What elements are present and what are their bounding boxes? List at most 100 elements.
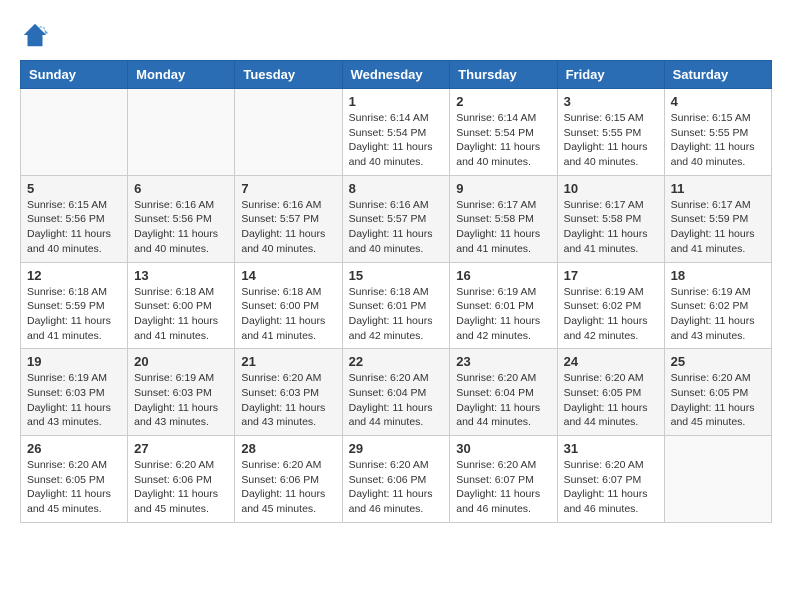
day-info: Sunrise: 6:14 AM Sunset: 5:54 PM Dayligh… [349, 111, 444, 170]
day-info: Sunrise: 6:20 AM Sunset: 6:07 PM Dayligh… [564, 458, 658, 517]
calendar-cell: 15 Sunrise: 6:18 AM Sunset: 6:01 PM Dayli… [342, 262, 450, 349]
calendar-cell: 20Sunrise: 6:19 AM Sunset: 6:03 PM Dayli… [128, 349, 235, 436]
calendar-cell [664, 436, 771, 523]
day-info: Sunrise: 6:20 AM Sunset: 6:06 PM Dayligh… [134, 458, 228, 517]
day-number: 25 [671, 354, 765, 369]
calendar-cell [21, 89, 128, 176]
day-number: 13 [134, 268, 228, 283]
calendar-cell: 22 Sunrise: 6:20 AM Sunset: 6:04 PM Dayli… [342, 349, 450, 436]
day-number: 20 [134, 354, 228, 369]
day-number: 22 [349, 354, 444, 369]
weekday-header: Thursday [450, 61, 557, 89]
calendar-cell: 8 Sunrise: 6:16 AM Sunset: 5:57 PM Daylig… [342, 175, 450, 262]
day-info: Sunrise: 6:18 AM Sunset: 5:59 PM Dayligh… [27, 285, 121, 344]
day-info: Sunrise: 6:15 AM Sunset: 5:56 PM Dayligh… [27, 198, 121, 257]
day-number: 24 [564, 354, 658, 369]
logo [20, 20, 54, 50]
day-number: 18 [671, 268, 765, 283]
calendar-cell: 31Sunrise: 6:20 AM Sunset: 6:07 PM Dayli… [557, 436, 664, 523]
calendar-cell: 23Sunrise: 6:20 AM Sunset: 6:04 PM Dayli… [450, 349, 557, 436]
day-number: 9 [456, 181, 550, 196]
day-number: 30 [456, 441, 550, 456]
weekday-header: Saturday [664, 61, 771, 89]
page-header [20, 20, 772, 50]
day-number: 4 [671, 94, 765, 109]
day-info: Sunrise: 6:18 AM Sunset: 6:00 PM Dayligh… [134, 285, 228, 344]
day-number: 19 [27, 354, 121, 369]
day-number: 15 [349, 268, 444, 283]
calendar-cell: 28 Sunrise: 6:20 AM Sunset: 6:06 PM Dayli… [235, 436, 342, 523]
calendar-week-row: 5 Sunrise: 6:15 AM Sunset: 5:56 PM Daylig… [21, 175, 772, 262]
calendar-cell: 18 Sunrise: 6:19 AM Sunset: 6:02 PM Dayli… [664, 262, 771, 349]
weekday-header: Monday [128, 61, 235, 89]
day-number: 8 [349, 181, 444, 196]
calendar-header-row: SundayMondayTuesdayWednesdayThursdayFrid… [21, 61, 772, 89]
weekday-header: Friday [557, 61, 664, 89]
logo-icon [20, 20, 50, 50]
day-info: Sunrise: 6:19 AM Sunset: 6:02 PM Dayligh… [671, 285, 765, 344]
calendar-cell: 1Sunrise: 6:14 AM Sunset: 5:54 PM Daylig… [342, 89, 450, 176]
weekday-header: Tuesday [235, 61, 342, 89]
calendar-cell [235, 89, 342, 176]
day-number: 27 [134, 441, 228, 456]
calendar-cell: 9Sunrise: 6:17 AM Sunset: 5:58 PM Daylig… [450, 175, 557, 262]
day-info: Sunrise: 6:19 AM Sunset: 6:01 PM Dayligh… [456, 285, 550, 344]
weekday-header: Sunday [21, 61, 128, 89]
calendar-cell: 2 Sunrise: 6:14 AM Sunset: 5:54 PM Daylig… [450, 89, 557, 176]
calendar-cell: 6 Sunrise: 6:16 AM Sunset: 5:56 PM Daylig… [128, 175, 235, 262]
calendar-cell: 5 Sunrise: 6:15 AM Sunset: 5:56 PM Daylig… [21, 175, 128, 262]
calendar-cell: 16 Sunrise: 6:19 AM Sunset: 6:01 PM Dayli… [450, 262, 557, 349]
day-number: 2 [456, 94, 550, 109]
day-info: Sunrise: 6:17 AM Sunset: 5:58 PM Dayligh… [564, 198, 658, 257]
calendar-week-row: 19 Sunrise: 6:19 AM Sunset: 6:03 PM Dayli… [21, 349, 772, 436]
day-info: Sunrise: 6:18 AM Sunset: 6:00 PM Dayligh… [241, 285, 335, 344]
day-number: 3 [564, 94, 658, 109]
day-info: Sunrise: 6:16 AM Sunset: 5:57 PM Dayligh… [349, 198, 444, 257]
calendar-cell: 26 Sunrise: 6:20 AM Sunset: 6:05 PM Dayli… [21, 436, 128, 523]
day-info: Sunrise: 6:16 AM Sunset: 5:56 PM Dayligh… [134, 198, 228, 257]
day-number: 29 [349, 441, 444, 456]
calendar-cell [128, 89, 235, 176]
day-info: Sunrise: 6:18 AM Sunset: 6:01 PM Dayligh… [349, 285, 444, 344]
calendar-cell: 27 Sunrise: 6:20 AM Sunset: 6:06 PM Dayli… [128, 436, 235, 523]
day-number: 11 [671, 181, 765, 196]
calendar-cell: 25 Sunrise: 6:20 AM Sunset: 6:05 PM Dayli… [664, 349, 771, 436]
calendar-cell: 30 Sunrise: 6:20 AM Sunset: 6:07 PM Dayli… [450, 436, 557, 523]
day-info: Sunrise: 6:15 AM Sunset: 5:55 PM Dayligh… [671, 111, 765, 170]
weekday-header: Wednesday [342, 61, 450, 89]
day-number: 7 [241, 181, 335, 196]
day-info: Sunrise: 6:20 AM Sunset: 6:03 PM Dayligh… [241, 371, 335, 430]
day-number: 21 [241, 354, 335, 369]
day-number: 10 [564, 181, 658, 196]
day-number: 6 [134, 181, 228, 196]
calendar-cell: 17Sunrise: 6:19 AM Sunset: 6:02 PM Dayli… [557, 262, 664, 349]
calendar-cell: 14 Sunrise: 6:18 AM Sunset: 6:00 PM Dayli… [235, 262, 342, 349]
calendar-cell: 3 Sunrise: 6:15 AM Sunset: 5:55 PM Daylig… [557, 89, 664, 176]
day-info: Sunrise: 6:20 AM Sunset: 6:07 PM Dayligh… [456, 458, 550, 517]
day-info: Sunrise: 6:20 AM Sunset: 6:04 PM Dayligh… [349, 371, 444, 430]
calendar-cell: 29Sunrise: 6:20 AM Sunset: 6:06 PM Dayli… [342, 436, 450, 523]
calendar-cell: 11 Sunrise: 6:17 AM Sunset: 5:59 PM Dayli… [664, 175, 771, 262]
day-number: 12 [27, 268, 121, 283]
calendar-cell: 24Sunrise: 6:20 AM Sunset: 6:05 PM Dayli… [557, 349, 664, 436]
day-number: 14 [241, 268, 335, 283]
calendar-week-row: 26 Sunrise: 6:20 AM Sunset: 6:05 PM Dayli… [21, 436, 772, 523]
day-number: 16 [456, 268, 550, 283]
day-info: Sunrise: 6:20 AM Sunset: 6:06 PM Dayligh… [241, 458, 335, 517]
day-info: Sunrise: 6:19 AM Sunset: 6:03 PM Dayligh… [27, 371, 121, 430]
calendar-cell: 4 Sunrise: 6:15 AM Sunset: 5:55 PM Daylig… [664, 89, 771, 176]
day-number: 26 [27, 441, 121, 456]
day-number: 17 [564, 268, 658, 283]
day-info: Sunrise: 6:14 AM Sunset: 5:54 PM Dayligh… [456, 111, 550, 170]
calendar-table: SundayMondayTuesdayWednesdayThursdayFrid… [20, 60, 772, 523]
day-info: Sunrise: 6:20 AM Sunset: 6:05 PM Dayligh… [671, 371, 765, 430]
day-number: 5 [27, 181, 121, 196]
day-info: Sunrise: 6:20 AM Sunset: 6:04 PM Dayligh… [456, 371, 550, 430]
day-info: Sunrise: 6:17 AM Sunset: 5:59 PM Dayligh… [671, 198, 765, 257]
day-info: Sunrise: 6:20 AM Sunset: 6:05 PM Dayligh… [27, 458, 121, 517]
calendar-cell: 10 Sunrise: 6:17 AM Sunset: 5:58 PM Dayli… [557, 175, 664, 262]
calendar-cell: 13 Sunrise: 6:18 AM Sunset: 6:00 PM Dayli… [128, 262, 235, 349]
day-info: Sunrise: 6:15 AM Sunset: 5:55 PM Dayligh… [564, 111, 658, 170]
day-info: Sunrise: 6:16 AM Sunset: 5:57 PM Dayligh… [241, 198, 335, 257]
day-number: 28 [241, 441, 335, 456]
